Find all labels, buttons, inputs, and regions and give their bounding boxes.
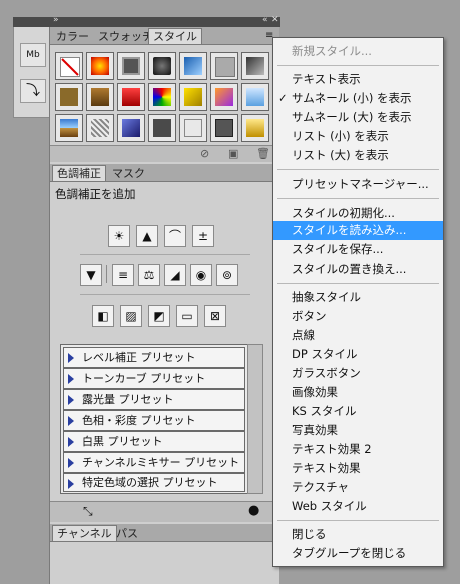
tab-adjustments[interactable]: 色調補正 <box>52 165 106 181</box>
color-balance-icon[interactable]: ⚖ <box>138 264 160 286</box>
menu-item-web-styles[interactable]: Web スタイル <box>273 497 443 516</box>
delete-style-icon[interactable]: 🗑 <box>256 147 270 160</box>
menu-item-text-effects-2[interactable]: テキスト効果 2 <box>273 440 443 459</box>
clip-icon[interactable]: ● <box>248 503 259 518</box>
menu-item-new-style: 新規スタイル... <box>292 44 372 58</box>
style-swatch[interactable] <box>55 83 83 111</box>
collapsed-dock: Mb ⤵ <box>13 27 51 118</box>
tab-paths[interactable]: パス <box>112 526 142 541</box>
history-arrow-icon[interactable]: ⤵ <box>20 79 46 103</box>
list-item[interactable]: 白黒 プリセット <box>63 431 245 452</box>
curves-icon[interactable]: ⌒ <box>164 225 186 247</box>
posterize-icon[interactable]: ▨ <box>120 305 142 327</box>
menu-item-ks-styles[interactable]: KS スタイル <box>273 402 443 421</box>
brightness-contrast-icon[interactable]: ☀ <box>108 225 130 247</box>
menu-item-text-effects[interactable]: テキスト効果 <box>273 459 443 478</box>
menu-item-large-list[interactable]: リスト (大) を表示 <box>273 146 443 165</box>
vibrance-icon[interactable]: ▼ <box>80 264 102 286</box>
adjustments-title: 色調補正を追加 <box>55 187 136 201</box>
menu-item-dotted-strokes[interactable]: 点線 <box>273 326 443 345</box>
menu-item-image-effects[interactable]: 画像効果 <box>273 383 443 402</box>
tab-color[interactable]: カラー <box>52 29 93 44</box>
new-style-icon[interactable]: ▣ <box>228 147 238 160</box>
mb-icon[interactable]: Mb <box>20 43 46 67</box>
menu-item-glass-buttons[interactable]: ガラスボタン <box>273 364 443 383</box>
expand-arrows-icon[interactable]: » <box>53 15 59 25</box>
style-swatch[interactable] <box>241 83 269 111</box>
style-swatch[interactable] <box>117 52 145 80</box>
menu-item-small-thumbnail[interactable]: ✓ サムネール (小) を表示 <box>273 89 443 108</box>
photo-filter-icon[interactable]: ◉ <box>190 264 212 286</box>
style-swatch[interactable] <box>179 83 207 111</box>
menu-item-close[interactable]: 閉じる <box>273 525 443 544</box>
menu-item-buttons[interactable]: ボタン <box>273 307 443 326</box>
menu-item-large-thumbnail[interactable]: サムネール (大) を表示 <box>273 108 443 127</box>
menu-item-photographic-effects[interactable]: 写真効果 <box>273 421 443 440</box>
list-item[interactable]: レベル補正 プリセット <box>63 347 245 368</box>
list-item[interactable]: 露光量 プリセット <box>63 389 245 410</box>
adjustments-footer: ⤡ ● <box>50 501 279 522</box>
style-swatch[interactable] <box>86 114 114 142</box>
presets-scrollbar[interactable] <box>247 344 263 494</box>
invert-icon[interactable]: ◧ <box>92 305 114 327</box>
clear-style-icon[interactable]: ⊘ <box>200 147 209 160</box>
style-swatch[interactable] <box>241 114 269 142</box>
style-swatch[interactable] <box>117 114 145 142</box>
list-item[interactable]: チャンネルミキサー プリセット <box>63 452 245 473</box>
black-white-icon[interactable]: ◢ <box>164 264 186 286</box>
style-swatch[interactable] <box>55 52 83 80</box>
style-swatch[interactable] <box>241 52 269 80</box>
menu-item-preset-manager[interactable]: プリセットマネージャー... <box>273 175 443 194</box>
adjustments-tabstrip: 色調補正 マスク <box>50 164 279 182</box>
list-item[interactable]: 特定色域の選択 プリセット <box>63 473 245 492</box>
style-swatch[interactable] <box>86 52 114 80</box>
selective-color-icon[interactable]: ⊠ <box>204 305 226 327</box>
panel-flyout-menu: 新規スタイル... テキスト表示 ✓ サムネール (小) を表示 サムネール (大… <box>272 37 444 567</box>
styles-panel: カラー スウォッチ スタイル ≡ ⊘ ▣ 🗑 色調補正 マスク 色調補正を追加 … <box>49 27 279 584</box>
expand-view-icon[interactable]: ⤡ <box>83 504 93 519</box>
hue-saturation-icon[interactable]: ≡ <box>112 264 134 286</box>
menu-item-dp-styles[interactable]: DP スタイル <box>273 345 443 364</box>
style-swatch[interactable] <box>210 83 238 111</box>
channel-mixer-icon[interactable]: ⊚ <box>216 264 238 286</box>
threshold-icon[interactable]: ◩ <box>148 305 170 327</box>
list-item[interactable]: 色相・彩度 プリセット <box>63 410 245 431</box>
tab-channels[interactable]: チャンネル <box>52 525 117 541</box>
style-swatch[interactable] <box>210 52 238 80</box>
levels-icon[interactable]: ▲ <box>136 225 158 247</box>
style-swatch[interactable] <box>86 83 114 111</box>
collapse-arrows-icon[interactable]: « <box>262 15 268 25</box>
presets-list: レベル補正 プリセット トーンカーブ プリセット 露光量 プリセット 色相・彩度… <box>60 344 248 494</box>
menu-item-replace-styles[interactable]: スタイルの置き換え... <box>273 260 443 279</box>
dock-title-bar[interactable] <box>13 17 49 27</box>
menu-item-save-styles[interactable]: スタイルを保存... <box>273 240 443 259</box>
list-item[interactable]: トーンカーブ プリセット <box>63 368 245 389</box>
panel-title-bar[interactable]: » « ✕ <box>49 15 280 27</box>
menu-item-close-tab-group[interactable]: タブグループを閉じる <box>273 544 443 563</box>
styles-footer: ⊘ ▣ 🗑 <box>50 145 279 162</box>
style-swatch[interactable] <box>55 114 83 142</box>
styles-tabstrip: カラー スウォッチ スタイル ≡ <box>50 27 279 45</box>
menu-item-small-list[interactable]: リスト (小) を表示 <box>273 127 443 146</box>
tab-styles[interactable]: スタイル <box>148 28 202 44</box>
style-swatch[interactable] <box>179 114 207 142</box>
channels-tabstrip: チャンネル パス <box>50 524 279 542</box>
style-swatch[interactable] <box>210 114 238 142</box>
style-swatch[interactable] <box>148 52 176 80</box>
menu-item-textures[interactable]: テクスチャ <box>273 478 443 497</box>
style-swatch[interactable] <box>148 83 176 111</box>
gradient-map-icon[interactable]: ▭ <box>176 305 198 327</box>
checkmark-icon: ✓ <box>278 91 288 105</box>
close-panel-icon[interactable]: ✕ <box>271 15 279 25</box>
exposure-icon[interactable]: ± <box>192 225 214 247</box>
menu-item-abstract-styles[interactable]: 抽象スタイル <box>273 288 443 307</box>
menu-item-load-styles[interactable]: スタイルを読み込み... <box>273 221 443 240</box>
tab-masks[interactable]: マスク <box>108 166 149 181</box>
style-swatch[interactable] <box>117 83 145 111</box>
style-swatch[interactable] <box>179 52 207 80</box>
menu-item-text-only[interactable]: テキスト表示 <box>273 70 443 89</box>
style-swatch[interactable] <box>148 114 176 142</box>
